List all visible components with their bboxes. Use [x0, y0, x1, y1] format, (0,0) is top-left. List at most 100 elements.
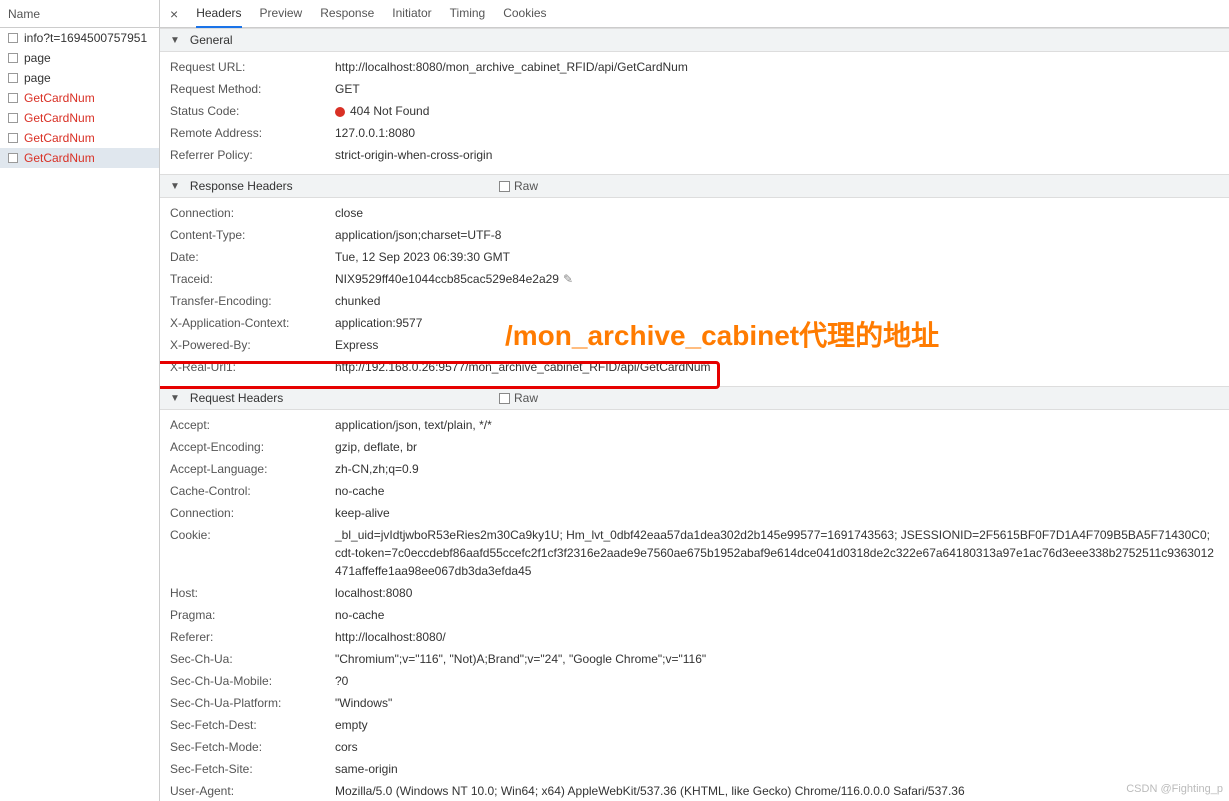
detail-scroll[interactable]: ▼ General Request URL:http://localhost:808…	[160, 28, 1229, 801]
header-row: Connection:keep-alive	[160, 502, 1229, 524]
header-key: Accept-Encoding:	[170, 438, 335, 456]
request-type-icon	[8, 33, 18, 43]
request-item[interactable]: GetCardNum	[0, 88, 159, 108]
header-value: strict-origin-when-cross-origin	[335, 146, 1219, 164]
header-key: Referer:	[170, 628, 335, 646]
header-value: Mozilla/5.0 (Windows NT 10.0; Win64; x64…	[335, 782, 1219, 800]
header-value: close	[335, 204, 1219, 222]
header-key: Cache-Control:	[170, 482, 335, 500]
header-key: Host:	[170, 584, 335, 602]
chevron-down-icon: ▼	[170, 181, 180, 192]
section-title: General	[190, 33, 233, 47]
header-value: 404 Not Found	[335, 102, 1219, 120]
chevron-down-icon: ▼	[170, 35, 180, 46]
header-row: Referrer Policy:strict-origin-when-cross…	[160, 144, 1229, 166]
header-value: application/json, text/plain, */*	[335, 416, 1219, 434]
annotation-highlight	[160, 361, 720, 389]
header-row: Sec-Fetch-Mode:cors	[160, 736, 1229, 758]
header-row: Cookie:_bl_uid=jvIdtjwboR53eRies2m30Ca9k…	[160, 524, 1229, 582]
header-row: Content-Type:application/json;charset=UT…	[160, 224, 1229, 246]
header-key: Content-Type:	[170, 226, 335, 244]
request-item[interactable]: GetCardNum	[0, 148, 159, 168]
header-value: keep-alive	[335, 504, 1219, 522]
request-label: GetCardNum	[24, 91, 95, 105]
raw-toggle[interactable]: Raw	[499, 179, 538, 193]
request-type-icon	[8, 153, 18, 163]
request-label: page	[24, 51, 51, 65]
edit-icon[interactable]: ✎	[563, 272, 573, 286]
header-key: Date:	[170, 248, 335, 266]
request-label: GetCardNum	[24, 111, 95, 125]
header-value: no-cache	[335, 606, 1219, 624]
tab-timing[interactable]: Timing	[450, 0, 486, 28]
annotation-text: /mon_archive_cabinet代理的地址	[505, 314, 939, 354]
close-icon[interactable]: ×	[170, 6, 178, 22]
header-row: Cache-Control:no-cache	[160, 480, 1229, 502]
header-key: Sec-Fetch-Site:	[170, 760, 335, 778]
tab-initiator[interactable]: Initiator	[392, 0, 431, 28]
header-row: Referer:http://localhost:8080/	[160, 626, 1229, 648]
header-value: "Chromium";v="116", "Not)A;Brand";v="24"…	[335, 650, 1219, 668]
header-key: Transfer-Encoding:	[170, 292, 335, 310]
tab-cookies[interactable]: Cookies	[503, 0, 546, 28]
tab-response[interactable]: Response	[320, 0, 374, 28]
request-item[interactable]: info?t=1694500757951	[0, 28, 159, 48]
header-row: Request URL:http://localhost:8080/mon_ar…	[160, 56, 1229, 78]
request-item[interactable]: GetCardNum	[0, 128, 159, 148]
section-header[interactable]: ▼ Response Headers Raw	[160, 174, 1229, 198]
checkbox-icon	[499, 181, 510, 192]
request-label: info?t=1694500757951	[24, 31, 147, 45]
request-type-icon	[8, 73, 18, 83]
request-item[interactable]: page	[0, 48, 159, 68]
header-value: http://localhost:8080/mon_archive_cabine…	[335, 58, 1219, 76]
header-row: Sec-Ch-Ua:"Chromium";v="116", "Not)A;Bra…	[160, 648, 1229, 670]
header-value: "Windows"	[335, 694, 1219, 712]
header-key: Status Code:	[170, 102, 335, 120]
tab-headers[interactable]: Headers	[196, 0, 241, 28]
header-value: Tue, 12 Sep 2023 06:39:30 GMT	[335, 248, 1219, 266]
header-key: Request Method:	[170, 80, 335, 98]
header-row: Transfer-Encoding:chunked	[160, 290, 1229, 312]
section-header[interactable]: ▼ Request Headers Raw	[160, 386, 1229, 410]
request-item[interactable]: page	[0, 68, 159, 88]
section-title: Request Headers	[190, 391, 283, 405]
header-key: Accept-Language:	[170, 460, 335, 478]
request-item[interactable]: GetCardNum	[0, 108, 159, 128]
header-key: X-Application-Context:	[170, 314, 335, 332]
chevron-down-icon: ▼	[170, 393, 180, 404]
header-row: Date:Tue, 12 Sep 2023 06:39:30 GMT	[160, 246, 1229, 268]
section-header[interactable]: ▼ General	[160, 28, 1229, 52]
tab-preview[interactable]: Preview	[260, 0, 303, 28]
raw-label: Raw	[514, 179, 538, 193]
section-title: Response Headers	[190, 179, 293, 193]
header-row: Sec-Fetch-Site:same-origin	[160, 758, 1229, 780]
header-key: Referrer Policy:	[170, 146, 335, 164]
header-key: Traceid:	[170, 270, 335, 288]
header-value: cors	[335, 738, 1219, 756]
request-label: page	[24, 71, 51, 85]
checkbox-icon	[499, 393, 510, 404]
header-value: ?0	[335, 672, 1219, 690]
section-body: Connection:closeContent-Type:application…	[160, 198, 1229, 386]
header-row: Accept-Language:zh-CN,zh;q=0.9	[160, 458, 1229, 480]
header-key: Sec-Ch-Ua:	[170, 650, 335, 668]
header-key: X-Powered-By:	[170, 336, 335, 354]
header-key: User-Agent:	[170, 782, 335, 800]
request-label: GetCardNum	[24, 131, 95, 145]
watermark: CSDN @Fighting_p	[1126, 783, 1223, 795]
header-key: Request URL:	[170, 58, 335, 76]
network-request-list-panel: Name info?t=1694500757951pagepageGetCard…	[0, 0, 160, 801]
header-key: Sec-Fetch-Dest:	[170, 716, 335, 734]
header-value: same-origin	[335, 760, 1219, 778]
tab-bar: × Headers Preview Response Initiator Timing C…	[160, 0, 1229, 28]
header-row: Sec-Ch-Ua-Platform:"Windows"	[160, 692, 1229, 714]
header-value: no-cache	[335, 482, 1219, 500]
header-key: Sec-Fetch-Mode:	[170, 738, 335, 756]
header-key: Accept:	[170, 416, 335, 434]
raw-toggle[interactable]: Raw	[499, 391, 538, 405]
header-row: Accept:application/json, text/plain, */*	[160, 414, 1229, 436]
header-value: zh-CN,zh;q=0.9	[335, 460, 1219, 478]
header-key: Sec-Ch-Ua-Platform:	[170, 694, 335, 712]
header-key: Sec-Ch-Ua-Mobile:	[170, 672, 335, 690]
header-row: Status Code:404 Not Found	[160, 100, 1229, 122]
